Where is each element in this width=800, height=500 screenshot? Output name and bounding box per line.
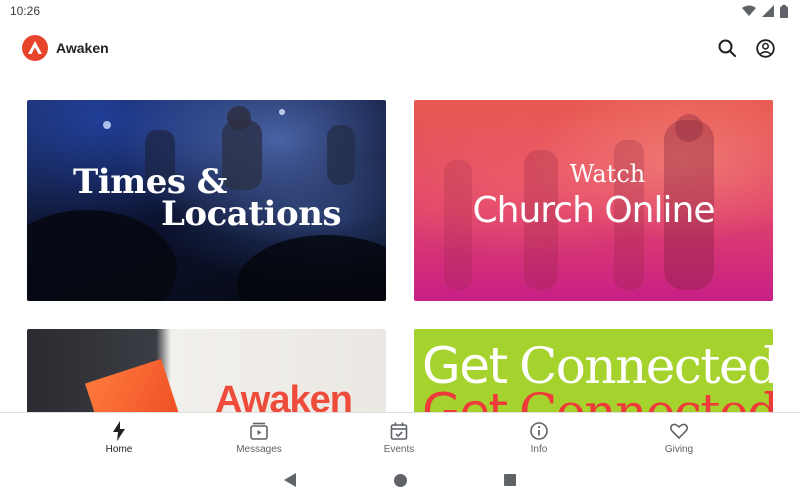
get-connected-line-red: Get Connected bbox=[422, 383, 773, 412]
search-icon bbox=[718, 39, 736, 57]
awaken-word: Awaken bbox=[215, 379, 353, 412]
get-connected-card[interactable]: Get Connected Get Connected bbox=[414, 329, 773, 412]
home-circle-icon bbox=[393, 473, 407, 487]
account-circle-icon bbox=[755, 38, 775, 58]
battery-icon bbox=[780, 4, 788, 18]
times-title-line2: Locations bbox=[161, 194, 341, 234]
nav-giving[interactable]: Giving bbox=[639, 421, 719, 455]
app-bar: Awaken bbox=[0, 28, 800, 68]
times-locations-card[interactable]: Times & Locations bbox=[27, 100, 386, 301]
cell-signal-icon bbox=[762, 5, 774, 17]
heart-icon bbox=[669, 423, 689, 440]
nav-messages[interactable]: Messages bbox=[219, 421, 299, 455]
get-word-echo: Get bbox=[422, 383, 508, 412]
status-bar: 10:26 bbox=[0, 0, 800, 22]
awaken-card[interactable]: Awaken bbox=[27, 329, 386, 412]
church-online-label: Church Online bbox=[472, 190, 716, 231]
nav-info[interactable]: Info bbox=[499, 421, 579, 455]
info-icon bbox=[530, 422, 548, 440]
system-back-button[interactable] bbox=[280, 470, 300, 490]
watch-label: Watch bbox=[569, 160, 646, 188]
system-home-button[interactable] bbox=[390, 470, 410, 490]
back-triangle-icon bbox=[284, 473, 296, 487]
status-icons bbox=[742, 4, 788, 18]
search-button[interactable] bbox=[716, 37, 738, 59]
brand[interactable]: Awaken bbox=[22, 35, 109, 61]
lightning-icon bbox=[113, 421, 125, 441]
nav-home-label: Home bbox=[105, 444, 133, 455]
wifi-icon bbox=[742, 5, 756, 16]
status-time: 10:26 bbox=[10, 4, 41, 18]
nav-info-label: Info bbox=[530, 444, 548, 455]
app-actions bbox=[716, 37, 776, 59]
system-nav-bar bbox=[0, 460, 800, 500]
nav-events[interactable]: Events bbox=[359, 421, 439, 455]
times-locations-title: Times & Locations bbox=[73, 165, 341, 234]
recents-square-icon bbox=[504, 474, 516, 486]
calendar-check-icon bbox=[390, 422, 408, 440]
account-button[interactable] bbox=[754, 37, 776, 59]
system-recents-button[interactable] bbox=[500, 470, 520, 490]
nav-events-label: Events bbox=[383, 444, 415, 455]
watch-church-online-card[interactable]: Watch Church Online bbox=[414, 100, 773, 301]
book-graphic bbox=[85, 358, 189, 412]
nav-home[interactable]: Home bbox=[79, 421, 159, 455]
bottom-nav: Home Messages Events Info Giving bbox=[0, 412, 800, 460]
media-icon bbox=[250, 422, 268, 440]
nav-giving-label: Giving bbox=[664, 444, 694, 455]
awaken-logo-icon bbox=[22, 35, 48, 61]
content-grid: Times & Locations Watch Church Online Aw… bbox=[0, 68, 800, 412]
connected-word-echo: Connected bbox=[519, 383, 773, 412]
app-title: Awaken bbox=[56, 40, 109, 56]
nav-messages-label: Messages bbox=[236, 444, 282, 455]
